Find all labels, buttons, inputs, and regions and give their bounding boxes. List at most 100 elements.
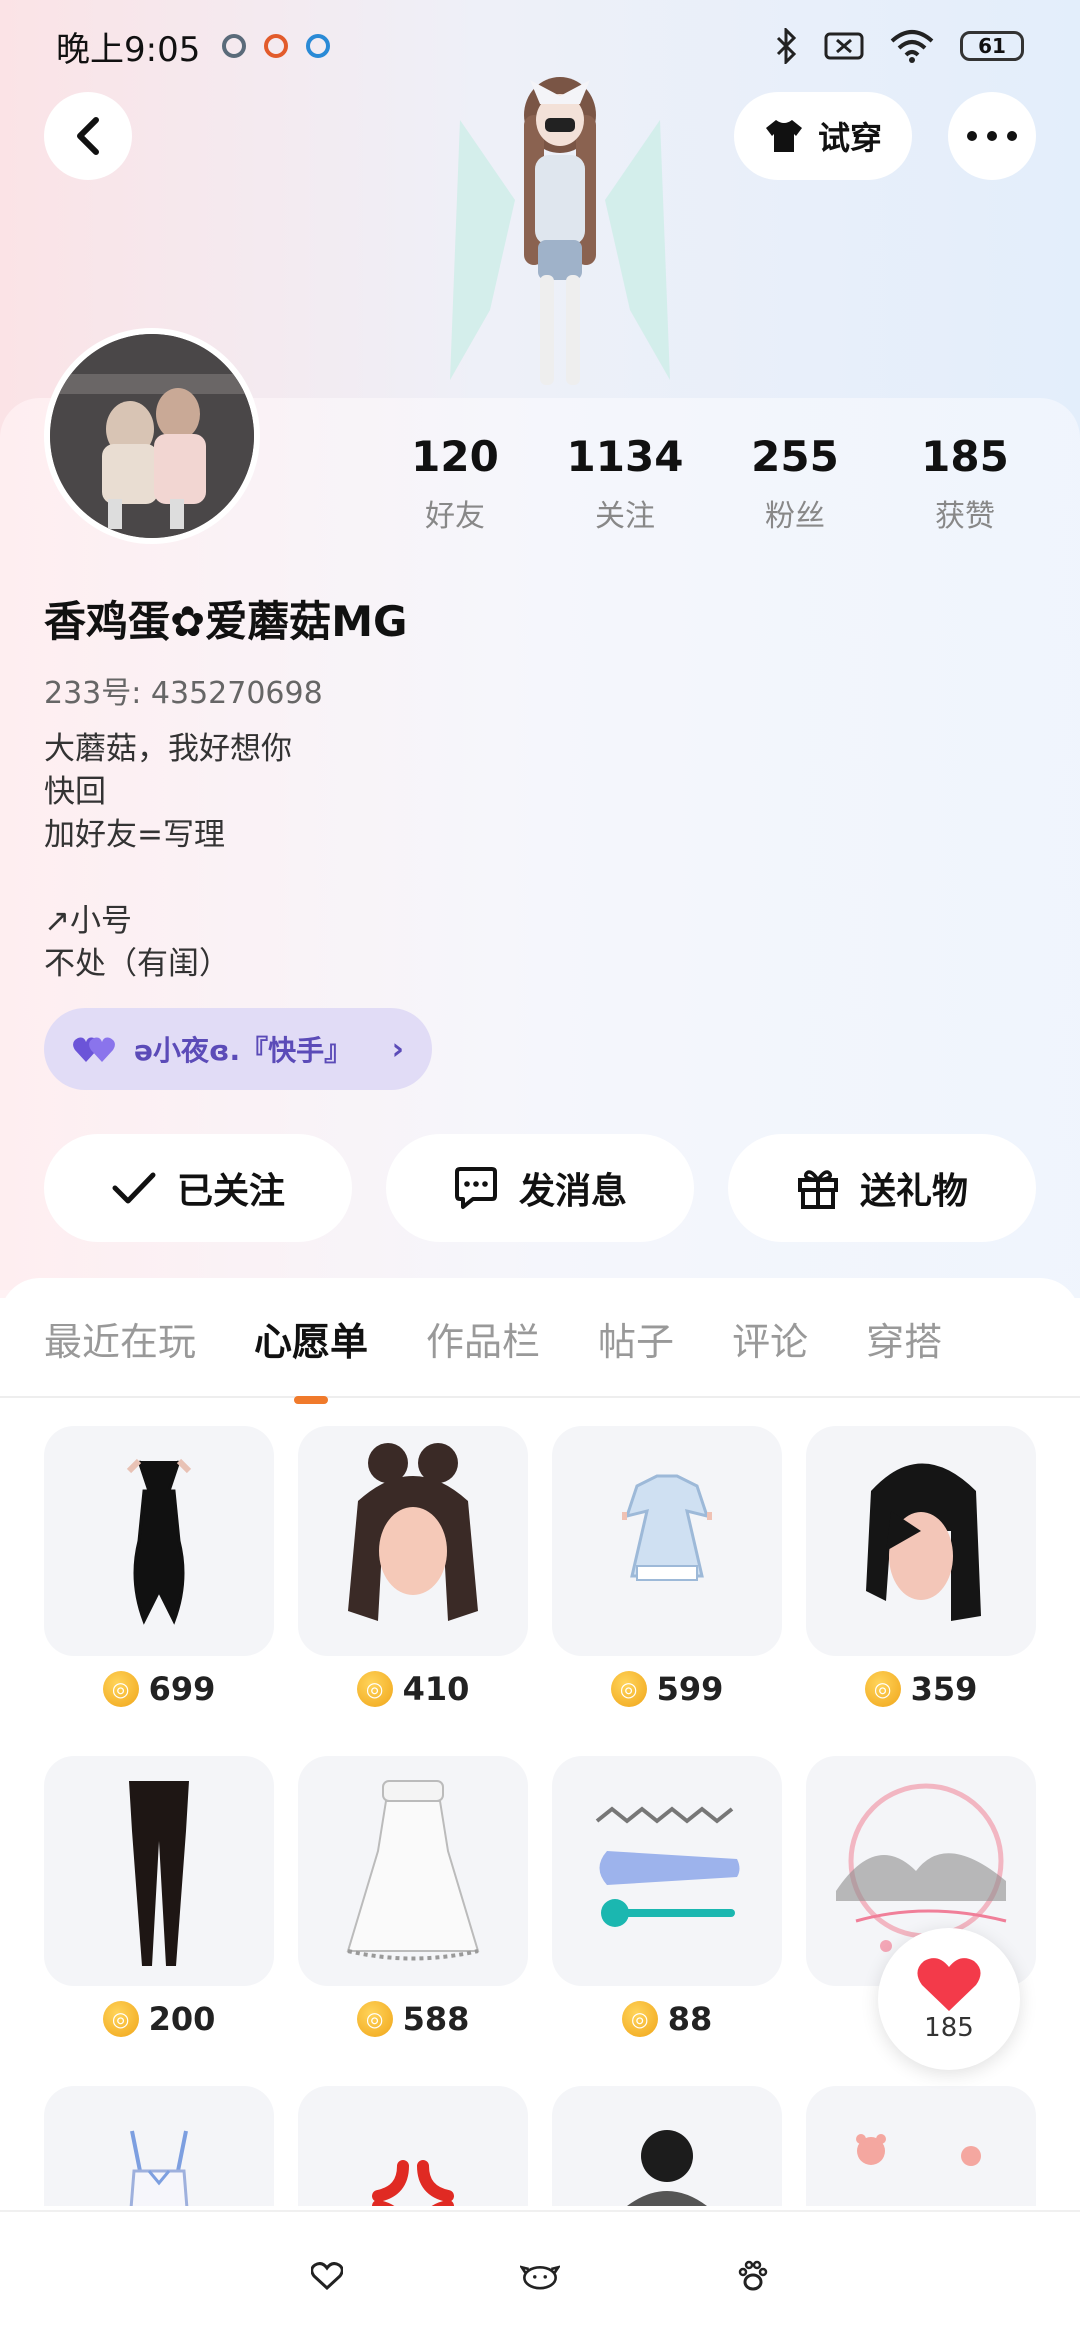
item-price: ◎ 359 xyxy=(806,1668,1036,1710)
coin-icon: ◎ xyxy=(102,1671,139,1707)
nav-heart-button[interactable] xyxy=(307,2256,347,2296)
status-time: 晚上9:05 xyxy=(56,29,201,70)
wifi-icon xyxy=(890,30,934,63)
paw-icon xyxy=(739,2260,768,2291)
profile-stats: 120 好友 1134 关注 255 粉丝 185 获赞 xyxy=(370,432,1060,535)
nav-pet-face-button[interactable] xyxy=(519,2256,560,2296)
item-price: ◎ 699 xyxy=(44,1668,274,1710)
black-dress-image xyxy=(126,1458,192,1625)
wishlist-item[interactable]: ◎ 410 xyxy=(298,1426,528,1710)
wishlist-item[interactable]: ◎ 359 xyxy=(806,1426,1036,1710)
gift-button[interactable]: 送礼物 xyxy=(728,1134,1036,1242)
stat-fans[interactable]: 255 粉丝 xyxy=(720,432,870,535)
item-thumbnail xyxy=(552,1756,782,1986)
stat-number: 185 xyxy=(921,432,1009,481)
black-hair-image xyxy=(866,1463,981,1621)
tab-posts[interactable]: 帖子 xyxy=(598,1311,674,1366)
cp-tag-button[interactable]: ə小夜ɞ.『快手』 › xyxy=(44,1008,432,1090)
tab-comments[interactable]: 评论 xyxy=(732,1311,808,1366)
chat-bubble-icon xyxy=(454,1167,497,1209)
camisole-image xyxy=(129,2130,189,2206)
price-value: 410 xyxy=(402,1670,470,1708)
item-thumbnail xyxy=(298,1756,528,1986)
stat-number: 255 xyxy=(751,432,839,481)
notification-icon-1 xyxy=(222,34,247,58)
stat-label: 粉丝 xyxy=(765,499,825,534)
tab-label: 最近在玩 xyxy=(44,1319,197,1364)
avatar-3d-figure xyxy=(450,77,670,385)
wishlist-item[interactable]: ◎ 699 xyxy=(44,1426,274,1710)
cp-tag-label: ə小夜ɞ.『快手』 xyxy=(134,1034,353,1067)
more-dots-icon xyxy=(967,131,1017,141)
tab-label: 帖子 xyxy=(598,1319,675,1364)
followed-label: 已关注 xyxy=(176,1171,285,1212)
more-button[interactable] xyxy=(948,92,1036,180)
tab-recent-played[interactable]: 最近在玩 xyxy=(44,1311,196,1366)
like-button[interactable]: 185 xyxy=(878,1928,1020,2070)
stat-label: 好友 xyxy=(425,499,485,534)
wishlist-item[interactable] xyxy=(806,2086,1036,2206)
price-value: 200 xyxy=(148,2000,216,2038)
chevron-right-icon: › xyxy=(391,1031,404,1067)
followed-button[interactable]: 已关注 xyxy=(44,1134,352,1242)
check-icon xyxy=(112,1172,156,1204)
wishlist-item[interactable] xyxy=(552,2086,782,2206)
tab-works[interactable]: 作品栏 xyxy=(426,1311,540,1366)
bun-hair-image xyxy=(348,1443,478,1621)
item-price: ◎ 599 xyxy=(552,1668,782,1710)
nickname: 香鸡蛋✿爱蘑菇MG xyxy=(44,597,408,646)
coin-icon: ◎ xyxy=(356,2001,393,2037)
wishlist-item[interactable]: ◎ 588 xyxy=(298,1756,528,2040)
wishlist-grid: ◎ 699 ◎ 410 ◎ 599 ◎ 359 ◎ 200 ◎ 588 ◎ 88 xyxy=(44,1426,1036,2206)
user-id: 233号: 435270698 xyxy=(44,676,323,711)
wishlist-item[interactable] xyxy=(44,2086,274,2206)
stat-likes[interactable]: 185 获赞 xyxy=(890,432,1040,535)
battery-level: 61 xyxy=(978,34,1006,58)
stat-label: 关注 xyxy=(595,499,655,534)
item-price: ◎ 200 xyxy=(44,1998,274,2040)
action-buttons: 已关注 发消息 送礼物 xyxy=(44,1134,1036,1242)
tab-active-indicator xyxy=(294,1395,329,1404)
tab-label: 评论 xyxy=(732,1319,809,1364)
item-thumbnail xyxy=(552,1426,782,1656)
tab-outfits[interactable]: 穿搭 xyxy=(866,1311,942,1366)
coin-icon: ◎ xyxy=(610,1671,647,1707)
item-thumbnail xyxy=(298,2086,528,2206)
coin-icon: ◎ xyxy=(621,2001,658,2037)
sim-off-icon xyxy=(824,32,864,60)
item-thumbnail xyxy=(806,1426,1036,1656)
try-on-label: 试穿 xyxy=(818,119,883,157)
message-button[interactable]: 发消息 xyxy=(386,1134,694,1242)
item-thumbnail xyxy=(44,1756,274,1986)
try-on-button[interactable]: 试穿 xyxy=(734,92,913,180)
avatar-photo xyxy=(50,334,254,538)
stat-friends[interactable]: 120 好友 xyxy=(380,432,530,535)
striped-outfit-image xyxy=(627,2130,707,2206)
gift-icon xyxy=(797,1170,838,1209)
battery-icon: 61 xyxy=(960,31,1024,61)
message-label: 发消息 xyxy=(518,1171,627,1212)
heart-outline-icon xyxy=(310,2262,343,2290)
tab-wishlist[interactable]: 心愿单 xyxy=(254,1311,368,1404)
coin-icon: ◎ xyxy=(356,1671,393,1707)
stat-label: 获赞 xyxy=(935,499,995,534)
double-heart-icon xyxy=(73,1037,115,1062)
item-price: ◎ 588 xyxy=(298,1998,528,2040)
stat-following[interactable]: 1134 关注 xyxy=(550,432,700,535)
gift-label: 送礼物 xyxy=(859,1171,968,1212)
hair-clips-image xyxy=(595,1806,740,1927)
wishlist-item[interactable]: ◎ 88 xyxy=(552,1756,782,2040)
tshirt-icon xyxy=(766,120,802,152)
nav-paw-button[interactable] xyxy=(733,2256,773,2296)
coin-icon: ◎ xyxy=(102,2001,139,2037)
wishlist-item[interactable]: ◎ 599 xyxy=(552,1426,782,1710)
bottom-nav xyxy=(0,2210,1080,2340)
wishlist-item[interactable]: ◎ 200 xyxy=(44,1756,274,2040)
back-button[interactable] xyxy=(44,92,132,180)
wishlist-item[interactable] xyxy=(298,2086,528,2206)
price-value: 699 xyxy=(148,1670,216,1708)
avatar[interactable] xyxy=(44,328,260,544)
item-thumbnail xyxy=(44,2086,274,2206)
item-price: ◎ 410 xyxy=(298,1668,528,1710)
bluetooth-icon xyxy=(776,28,797,64)
